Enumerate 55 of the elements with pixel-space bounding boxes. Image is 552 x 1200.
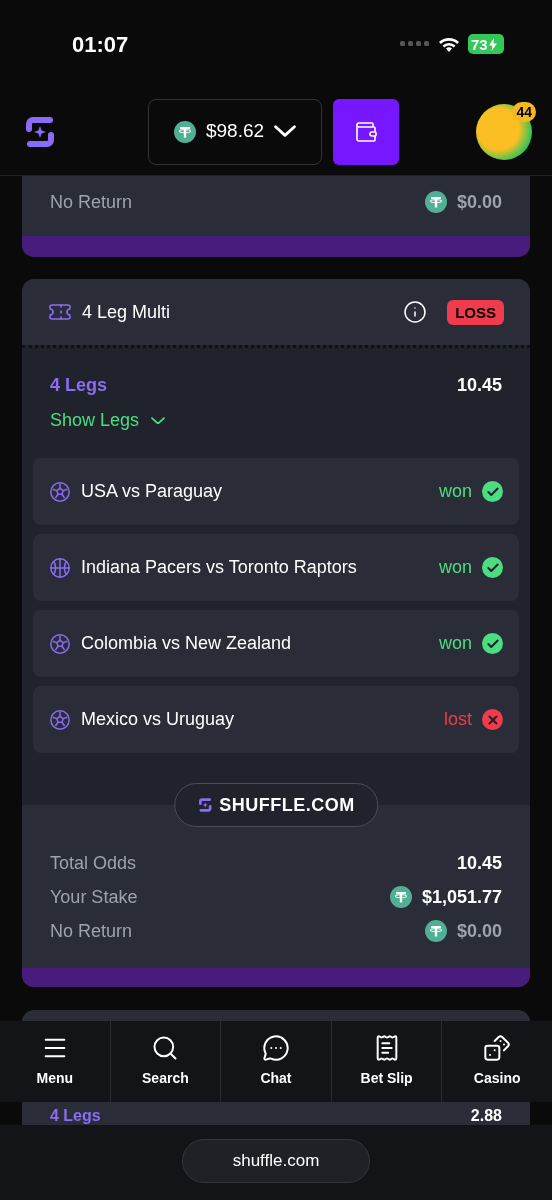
tether-icon	[424, 920, 447, 942]
charging-bolt-icon	[488, 37, 497, 51]
match-name: Indiana Pacers vs Toronto Raptors	[81, 556, 357, 579]
show-legs-toggle[interactable]: Show Legs	[50, 407, 166, 434]
info-icon[interactable]	[403, 300, 428, 324]
chat-bubble-icon	[262, 1034, 290, 1062]
legs-count: 4 Legs	[50, 1107, 101, 1125]
tether-icon	[389, 886, 412, 908]
wallet-button[interactable]	[333, 98, 399, 165]
summary-label: Your Stake	[50, 885, 138, 909]
tether-icon	[173, 120, 196, 143]
wallet-icon	[354, 119, 378, 144]
leg-result: lost	[444, 708, 472, 731]
wifi-icon	[438, 35, 460, 53]
logo-icon	[197, 797, 214, 813]
soccer-ball-icon	[49, 632, 71, 655]
tether-icon	[424, 191, 447, 213]
return-label: No Return	[50, 190, 133, 214]
dice-icon	[483, 1034, 512, 1062]
return-amount: $0.00	[456, 190, 502, 214]
nav-item[interactable]: Casino	[441, 1021, 552, 1102]
match-name: Mexico vs Uruguay	[81, 708, 235, 731]
bet-title: 4 Leg Multi	[82, 300, 171, 324]
nav-item[interactable]: Bet Slip	[330, 1021, 442, 1102]
soccer-ball-icon	[49, 708, 71, 731]
summary-value: 10.45	[456, 851, 502, 875]
summary-label: No Return	[50, 919, 133, 943]
summary-value: $1,051.77	[421, 885, 502, 909]
summary-value: $0.00	[456, 919, 502, 943]
balance-dropdown[interactable]: $98.62	[148, 98, 322, 165]
leg-result: won	[438, 556, 472, 579]
leg-result: won	[438, 632, 472, 655]
odds-value: 10.45	[456, 374, 502, 397]
leg-result: won	[438, 480, 472, 503]
brand-name: SHUFFLE.COM	[219, 793, 355, 817]
result-badge: LOSS	[447, 299, 504, 325]
legs-count: 4 Legs	[50, 374, 108, 397]
match-name: USA vs Paraguay	[81, 480, 223, 503]
nav-item[interactable]: Menu	[0, 1021, 110, 1102]
match-name: Colombia vs New Zealand	[81, 632, 292, 655]
signal-icon	[400, 41, 430, 47]
basketball-icon	[49, 556, 71, 579]
chevron-down-icon	[274, 125, 297, 138]
nav-item[interactable]: Chat	[220, 1021, 331, 1102]
soccer-ball-icon	[49, 480, 71, 503]
avatar[interactable]	[476, 103, 532, 160]
status-time: 01:07	[72, 30, 129, 59]
level-badge: 44	[512, 101, 536, 122]
chevron-down-icon	[151, 416, 166, 425]
odds-value: 2.88	[470, 1107, 502, 1125]
url-bar[interactable]: shuffle.com	[182, 1138, 370, 1183]
summary-label: Total Odds	[50, 851, 137, 875]
battery-indicator: 73	[468, 34, 504, 54]
nav-item[interactable]: Search	[109, 1021, 221, 1102]
search-icon	[151, 1034, 180, 1062]
